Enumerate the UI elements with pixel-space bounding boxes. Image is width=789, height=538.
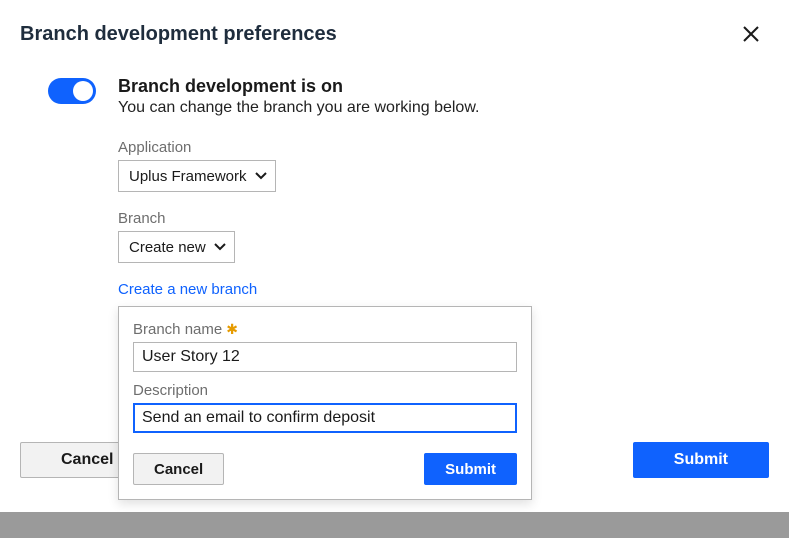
chevron-down-icon [214, 243, 226, 251]
create-branch-panel: Branch name ✱ Description Cancel Submit [118, 306, 532, 500]
dialog-title: Branch development preferences [20, 23, 337, 46]
application-value: Uplus Framework [129, 168, 247, 185]
application-label: Application [118, 139, 769, 156]
panel-cancel-button[interactable]: Cancel [133, 453, 224, 485]
dialog-content: Branch development is on You can change … [118, 76, 769, 500]
branch-name-input[interactable] [133, 342, 517, 372]
toggle-description: You can change the branch you are workin… [118, 99, 769, 117]
chevron-down-icon [255, 172, 267, 180]
dialog-header: Branch development preferences [0, 0, 789, 48]
application-select[interactable]: Uplus Framework [118, 160, 276, 192]
description-input[interactable] [133, 403, 517, 433]
close-button[interactable] [737, 20, 765, 48]
create-branch-link[interactable]: Create a new branch [118, 281, 257, 298]
toggle-title: Branch development is on [118, 76, 769, 97]
branch-dev-toggle[interactable] [48, 78, 96, 104]
branch-name-label: Branch name ✱ [133, 321, 517, 338]
branch-select[interactable]: Create new [118, 231, 235, 263]
branch-label: Branch [118, 210, 769, 227]
close-icon [742, 25, 760, 43]
required-icon: ✱ [226, 321, 238, 338]
footer-bar [0, 512, 789, 538]
description-label: Description [133, 382, 517, 399]
panel-submit-button[interactable]: Submit [424, 453, 517, 485]
branch-value: Create new [129, 239, 206, 256]
submit-button[interactable]: Submit [633, 442, 769, 478]
